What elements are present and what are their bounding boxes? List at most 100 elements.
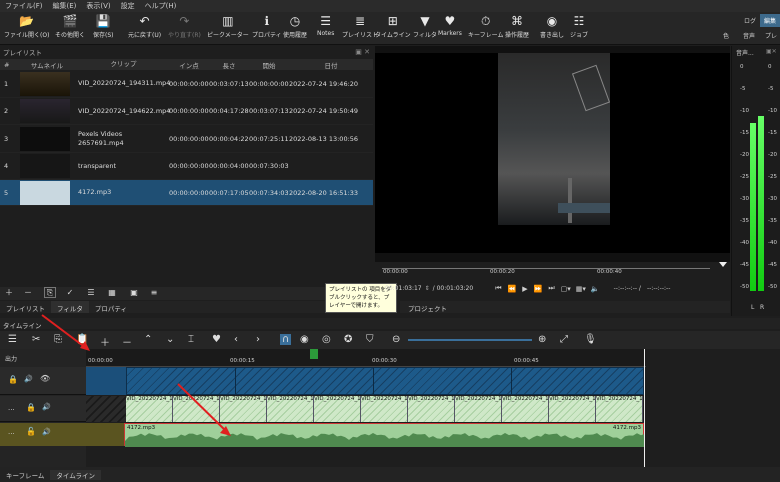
filter-button[interactable]: ▼ フィルタ	[413, 14, 437, 39]
mute-icon[interactable]: 🔊	[24, 375, 33, 383]
update-icon[interactable]: ⎘	[44, 287, 56, 298]
history-button[interactable]: ◷ 使用履歴	[283, 14, 307, 39]
timeline-playhead[interactable]	[644, 349, 645, 467]
workspace-edit[interactable]: 編集	[759, 14, 780, 27]
eye-icon[interactable]: 👁	[40, 374, 50, 383]
playlist-row[interactable]: 4 transparent 00:00:00:00 00:00:04:00 00:07:…	[0, 153, 373, 180]
col-len[interactable]: 長さ	[209, 60, 249, 70]
tab-filter[interactable]: フィルタ	[51, 301, 89, 313]
add-icon[interactable]: ＋	[3, 287, 15, 298]
col-num[interactable]: #	[0, 61, 18, 69]
notes-button[interactable]: ☰ Notes	[317, 14, 334, 37]
playlist-button[interactable]: ≣ プレイリスト	[342, 14, 378, 39]
playhead-icon[interactable]	[719, 262, 727, 267]
v1-clip[interactable]	[126, 367, 644, 395]
workspace-player[interactable]: プレ	[762, 31, 780, 40]
grid-view-icon[interactable]: ▦	[106, 287, 118, 298]
export-button[interactable]: ◉ 書き出し	[540, 14, 564, 39]
mute-icon[interactable]: 🔊	[42, 428, 51, 436]
ripple-markers-icon[interactable]: ⛉	[366, 334, 374, 345]
overwrite-icon[interactable]: ⌄	[166, 334, 174, 345]
v2-clip[interactable]: VID_20220724_194	[126, 396, 173, 422]
col-date[interactable]: 日付	[289, 60, 373, 70]
timeline-button[interactable]: ⊞ タイムライン	[375, 14, 411, 39]
v1-gap-clip[interactable]	[86, 367, 126, 395]
zoom-fit-icon[interactable]: ⤢	[560, 334, 568, 345]
cut-icon[interactable]: ✂	[32, 334, 40, 345]
unlock-icon[interactable]: 🔓	[26, 427, 36, 436]
menu-icon[interactable]: ≡	[148, 287, 160, 298]
redo-button[interactable]: ↷ やり直す(R)	[168, 14, 201, 39]
panel-float-icon[interactable]: ▣✕	[766, 48, 777, 55]
undo-button[interactable]: ↶ 元に戻す(U)	[128, 14, 161, 39]
jobs-button[interactable]: ☷ ジョブ	[570, 14, 588, 39]
tab-project[interactable]: プロジェクト	[408, 303, 447, 313]
v2-clip[interactable]: VID_20220724_194	[549, 396, 596, 422]
menu-item[interactable]: 編集(E)	[48, 1, 82, 11]
mute-icon[interactable]: 🔊	[42, 403, 51, 411]
tab-properties[interactable]: プロパティ	[89, 301, 133, 313]
lift-icon[interactable]: ⌃	[144, 334, 152, 345]
tab-timeline[interactable]: タイムライン	[50, 469, 101, 480]
col-start[interactable]: 開始	[249, 60, 289, 70]
workspace-log[interactable]: ログ	[740, 14, 760, 27]
keyframe-button[interactable]: ⏱ キーフレーム	[468, 14, 503, 39]
save-button[interactable]: 💾 保存(S)	[93, 14, 114, 39]
col-thumb[interactable]: サムネイル	[18, 59, 76, 70]
v2-clip[interactable]: VID_20220724_194	[267, 396, 314, 422]
zoom-out-icon[interactable]: ⊖	[392, 334, 400, 345]
col-in[interactable]: イン点	[169, 60, 209, 70]
menu-item[interactable]: ヘルプ(H)	[140, 1, 182, 11]
workspace-audio[interactable]: 音声	[736, 31, 762, 40]
history2-button[interactable]: ⌘ 操作履歴	[505, 14, 529, 39]
paste-icon[interactable]: 📋	[76, 334, 88, 345]
ripple-all-icon[interactable]: ✪	[344, 334, 352, 345]
remove-icon[interactable]: －	[22, 287, 34, 298]
skip-start-icon[interactable]: ⏮	[495, 284, 501, 293]
v2-clip[interactable]: VID_20220724_19431	[455, 396, 502, 422]
audio-clip[interactable]: 4172.mp3 4172.mp3	[124, 423, 645, 447]
timeline-tracks[interactable]: 00:00:00 00:00:15 00:00:30 00:00:45 VID_202…	[86, 349, 780, 467]
current-time[interactable]: 00:01:03:17	[385, 285, 422, 292]
menu-item[interactable]: ファイル(F)	[0, 1, 48, 11]
v2-clip[interactable]: VID_20220724_19431	[220, 396, 267, 422]
clapper-button[interactable]: 🎬 その他開く	[55, 14, 85, 39]
marker-add-icon[interactable]: ♥	[212, 334, 221, 345]
record-icon[interactable]: 🎙	[584, 334, 597, 345]
check-icon[interactable]: ✓	[64, 287, 76, 298]
menu-item[interactable]: 表示(V)	[81, 1, 115, 11]
zoom-slider[interactable]	[408, 339, 532, 341]
snap-icon[interactable]: ∩	[280, 334, 292, 345]
panel-float-icon[interactable]: ▣ ✕	[355, 48, 370, 56]
list-view-icon[interactable]: ☰	[85, 287, 97, 298]
toggle-zoom-icon[interactable]: ▢▾	[561, 285, 571, 293]
lock-icon[interactable]: 🔒	[26, 403, 36, 412]
copy-icon[interactable]: ⎘	[54, 334, 62, 345]
rewind-icon[interactable]: ⏪	[508, 285, 517, 293]
scrub-icon[interactable]: ◉	[300, 334, 309, 345]
v2-clip[interactable]: VID_20220724_194	[314, 396, 361, 422]
markers-button[interactable]: ♥ Markers	[438, 14, 462, 37]
next-marker-icon[interactable]: ›	[256, 334, 260, 345]
playlist-row[interactable]: 3 Pexels Videos 2657691.mp4 00:00:00:00 00:…	[0, 125, 373, 153]
tiles-view-icon[interactable]: ▣	[128, 287, 140, 298]
spin-icon[interactable]: ⇕	[425, 285, 430, 292]
player-ruler[interactable]: 00:00:00 00:00:20 00:00:40	[375, 262, 730, 282]
remove-icon[interactable]: －	[122, 334, 132, 349]
info-button[interactable]: ℹ プロパティ	[252, 14, 282, 39]
append-icon[interactable]: ＋	[100, 334, 110, 349]
forward-icon[interactable]: ⏩	[534, 285, 543, 293]
v2-clip[interactable]: VID_20220724_194	[502, 396, 549, 422]
skip-end-icon[interactable]: ⏭	[548, 284, 554, 293]
grid-icon[interactable]: ▦▾	[576, 285, 586, 293]
menu-item[interactable]: 設定	[116, 1, 140, 11]
play-icon[interactable]: ▶	[522, 285, 527, 293]
lock-icon[interactable]: 🔒	[8, 375, 18, 384]
v2-clip[interactable]: VID_20220724_194	[361, 396, 408, 422]
timeline-ruler[interactable]: 00:00:00 00:00:15 00:00:30 00:00:45	[86, 349, 646, 367]
volume-icon[interactable]: 🔈	[591, 285, 600, 293]
col-clip[interactable]: クリップ	[76, 60, 169, 69]
folder-button[interactable]: 📂 ファイル開く(O)	[4, 14, 49, 39]
v2-clip[interactable]: VID_20220724_19431	[408, 396, 455, 422]
marker-icon[interactable]	[310, 349, 318, 359]
